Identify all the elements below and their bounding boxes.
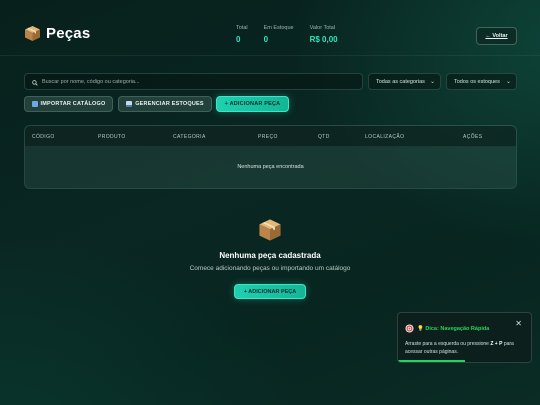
manage-stock-button[interactable]: GERENCIAR ESTOQUES (118, 96, 212, 112)
empty-state: Nenhuma peça cadastrada Comece adicionan… (0, 218, 540, 272)
category-select[interactable]: Todas as categorias ⌄ (368, 73, 441, 90)
column-header: AÇÕES (463, 134, 483, 140)
search-bar[interactable] (24, 73, 363, 90)
import-catalog-button[interactable]: IMPORTAR CATÁLOGO (24, 96, 113, 112)
empty-state-subtitle: Comece adicionando peças ou importando u… (189, 265, 351, 272)
stat-label: Total (236, 25, 248, 31)
import-catalog-label: IMPORTAR CATÁLOGO (40, 101, 106, 107)
column-header: PREÇO (258, 134, 278, 140)
close-icon[interactable]: ✕ (515, 319, 522, 328)
category-select-value: Todas as categorias (376, 78, 425, 85)
chart-icon (126, 101, 133, 107)
column-header: LOCALIZAÇÃO (365, 134, 405, 140)
column-header: CÓDIGO (32, 134, 55, 140)
toast-text: Arraste para a esquerda ou pressione (405, 341, 491, 347)
manage-stock-label: GERENCIAR ESTOQUES (135, 101, 204, 107)
stat-value: 0 (263, 35, 269, 44)
page-header: Peças Total 0 Em Estoque 0 Valor Total R… (0, 0, 540, 56)
target-icon (405, 320, 414, 338)
stat-label: Valor Total (309, 25, 336, 31)
column-header: CATEGORIA (173, 134, 206, 140)
page-title: Peças (46, 25, 91, 42)
empty-state-title: Nenhuma peça cadastrada (219, 251, 321, 260)
table-empty-message: Nenhuma peça encontrada (237, 164, 304, 170)
chevron-down-icon: ⌄ (429, 79, 435, 85)
stock-select-value: Todos os estoques (454, 78, 500, 85)
empty-add-part-button[interactable]: + ADICIONAR PEÇA (234, 284, 306, 299)
shortcut-key: Z + P (490, 341, 503, 347)
toast-progress-bar (398, 360, 465, 362)
column-header: PRODUTO (98, 134, 126, 140)
toast-message: Arraste para a esquerda ou pressione Z +… (405, 340, 527, 356)
tip-toast: 💡 Dica: Navegação Rápida ✕ Arraste para … (397, 312, 532, 363)
package-icon (24, 25, 41, 42)
toast-title: 💡 Dica: Navegação Rápida (417, 326, 490, 332)
stat-total-value: Valor Total R$ 0,00 (310, 25, 338, 44)
stats-group: Total 0 Em Estoque 0 Valor Total R$ 0,00 (236, 25, 354, 44)
back-button[interactable]: ← Voltar (476, 27, 517, 45)
package-icon (258, 218, 282, 242)
search-input[interactable] (42, 78, 342, 85)
stat-label: Em Estoque (263, 25, 294, 31)
toast-header: 💡 Dica: Navegação Rápida (405, 320, 489, 338)
stat-total: Total 0 (236, 25, 248, 44)
stock-select[interactable]: Todos os estoques ⌄ (446, 73, 517, 90)
chevron-down-icon: ⌄ (505, 79, 511, 85)
title-group: Peças (24, 25, 90, 42)
parts-table: CÓDIGO PRODUTO CATEGORIA PREÇO QTD LOCAL… (24, 125, 517, 189)
add-part-button[interactable]: + ADICIONAR PEÇA (216, 96, 289, 112)
stat-value: R$ 0,00 (309, 35, 338, 44)
stat-in-stock: Em Estoque 0 (264, 25, 294, 44)
column-header: QTD (318, 134, 330, 140)
table-header: CÓDIGO PRODUTO CATEGORIA PREÇO QTD LOCAL… (25, 126, 516, 147)
search-icon (32, 73, 38, 91)
stat-value: 0 (236, 35, 241, 44)
upload-icon (31, 101, 38, 107)
